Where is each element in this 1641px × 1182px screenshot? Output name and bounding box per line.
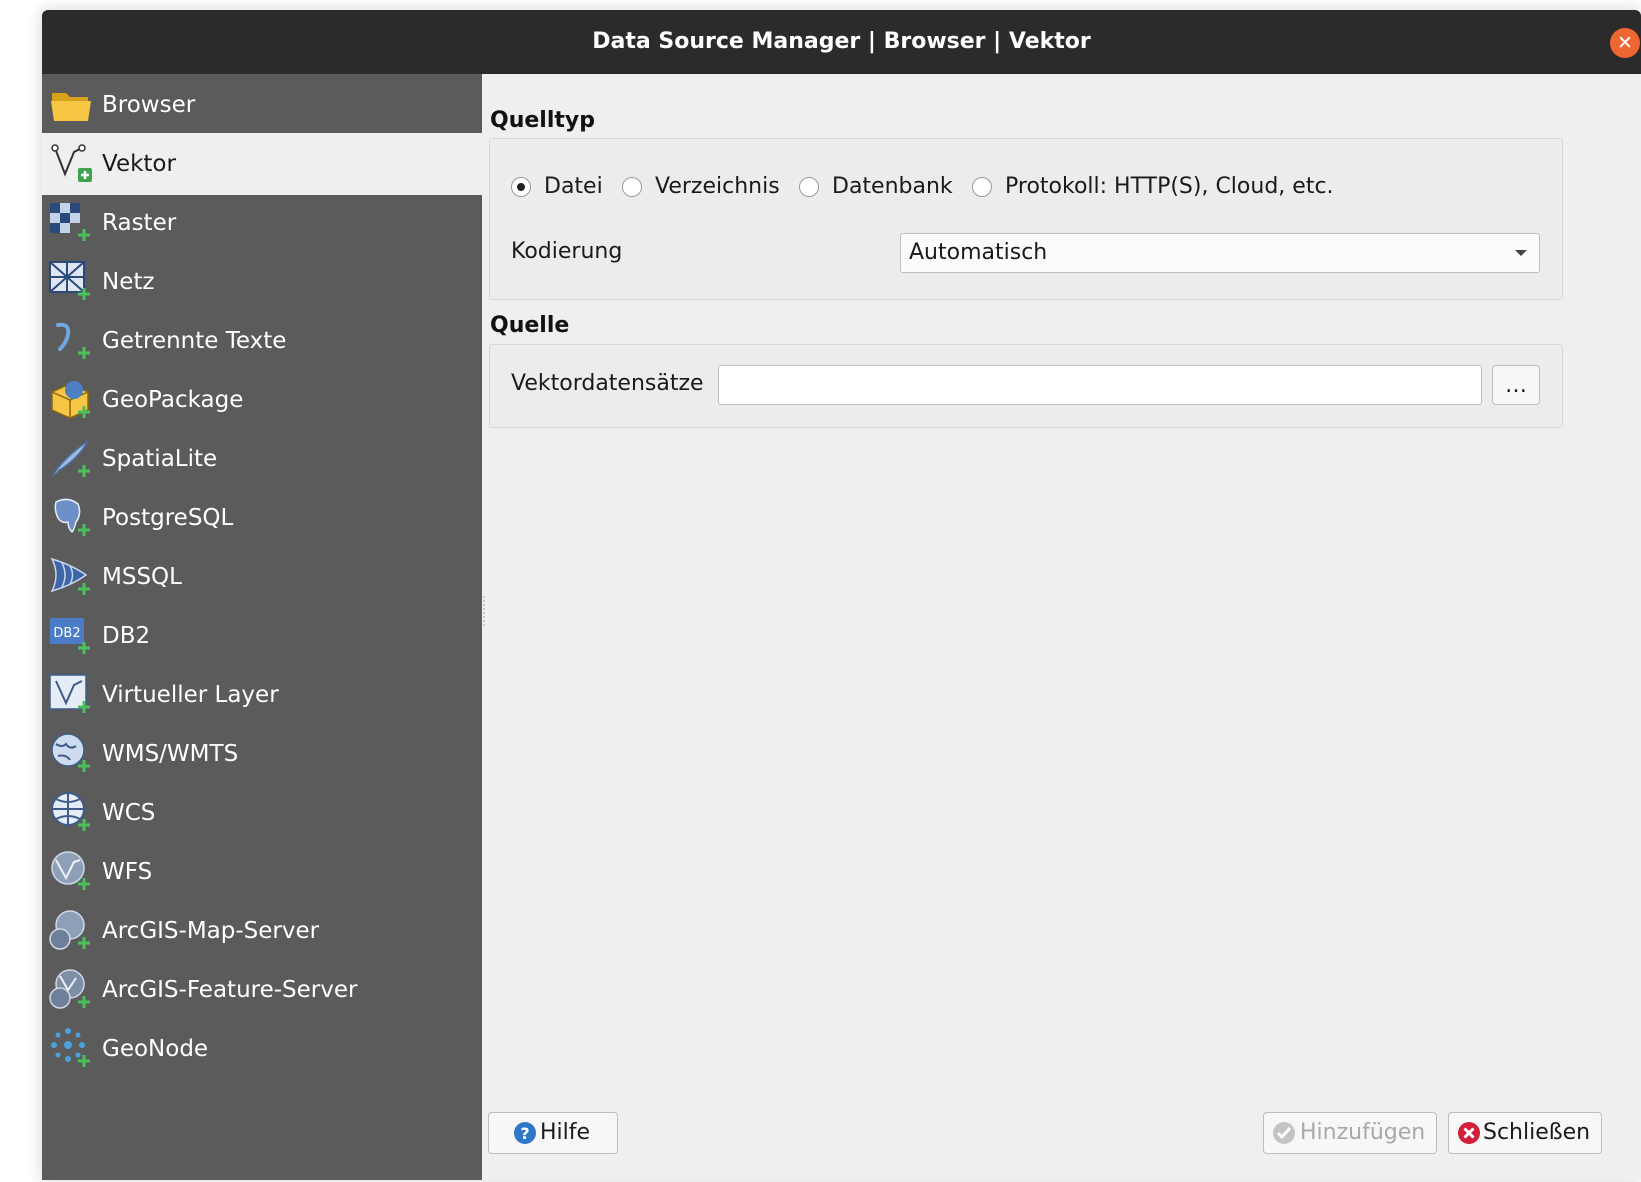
datasets-label: Vektordatensätze bbox=[511, 371, 704, 396]
close-icon[interactable]: ✕ bbox=[1610, 28, 1640, 58]
virtual-layer-icon bbox=[49, 674, 90, 713]
radio-indicator bbox=[511, 177, 531, 197]
db2-icon: DB2 bbox=[50, 618, 90, 654]
radio-label: Verzeichnis bbox=[655, 174, 780, 199]
source-panel: Vektordatensätze … bbox=[489, 344, 1563, 428]
geonode-icon bbox=[51, 1028, 90, 1067]
sidebar-item-mssql[interactable]: MSSQL bbox=[42, 546, 482, 608]
main-panel: Quelltyp Datei Verzeichnis Datenbank Pro… bbox=[482, 74, 1641, 1180]
wcs-icon bbox=[51, 792, 90, 831]
vector-layer-icon bbox=[51, 144, 92, 182]
source-type-title: Quelltyp bbox=[490, 108, 595, 133]
window-title: Data Source Manager | Browser | Vektor bbox=[592, 29, 1091, 54]
sidebar-item-arcgis-feature-server[interactable]: ArcGIS-Feature-Server bbox=[42, 959, 482, 1021]
sidebar-item-label: MSSQL bbox=[102, 564, 182, 590]
sidebar-item-wms-wmts[interactable]: WMS/WMTS bbox=[42, 723, 482, 785]
close-button[interactable]: Schließen bbox=[1448, 1112, 1602, 1154]
sidebar-item-label: Browser bbox=[102, 92, 196, 118]
source-type-panel: Datei Verzeichnis Datenbank Protokoll: H… bbox=[489, 138, 1563, 300]
add-button[interactable]: Hinzufügen bbox=[1263, 1112, 1437, 1154]
radio-indicator bbox=[799, 177, 819, 197]
sidebar-item-label: Vektor bbox=[102, 151, 176, 177]
sidebar-item-label: ArcGIS-Feature-Server bbox=[102, 977, 358, 1003]
help-icon: ? bbox=[514, 1122, 536, 1144]
sidebar-item-wcs[interactable]: WCS bbox=[42, 782, 482, 844]
sidebar-item-geopackage[interactable]: GeoPackage bbox=[42, 369, 482, 431]
sidebar-item-virtueller-layer[interactable]: Virtueller Layer bbox=[42, 664, 482, 726]
radio-indicator bbox=[972, 177, 992, 197]
wms-icon bbox=[51, 733, 90, 772]
sidebar-item-label: Raster bbox=[102, 210, 177, 236]
mesh-layer-icon bbox=[49, 261, 90, 300]
folder-icon bbox=[51, 93, 91, 121]
sidebar-item-label: WFS bbox=[102, 859, 153, 885]
source-list: Browser Vektor Raster Netz Getrennte Tex… bbox=[42, 74, 482, 1180]
browse-button[interactable]: … bbox=[1492, 365, 1540, 405]
spatialite-icon bbox=[51, 440, 90, 478]
sidebar-item-wfs[interactable]: WFS bbox=[42, 841, 482, 903]
sidebar-item-geonode[interactable]: GeoNode bbox=[42, 1018, 482, 1080]
delimited-text-icon bbox=[56, 322, 90, 359]
browse-label: … bbox=[1505, 373, 1527, 398]
sidebar-item-db2[interactable]: DB2 DB2 bbox=[42, 605, 482, 667]
arcgis-map-server-icon bbox=[49, 910, 90, 950]
sidebar-item-arcgis-map-server[interactable]: ArcGIS-Map-Server bbox=[42, 900, 482, 962]
help-label: Hilfe bbox=[540, 1120, 591, 1145]
radio-label: Datei bbox=[544, 174, 603, 199]
sidebar-item-label: ArcGIS-Map-Server bbox=[102, 918, 320, 944]
encoding-select[interactable]: Automatisch bbox=[900, 233, 1540, 273]
close-label: Schließen bbox=[1483, 1120, 1591, 1145]
chevron-down-icon bbox=[1515, 250, 1527, 256]
datasets-input[interactable] bbox=[718, 365, 1482, 405]
svg-text:DB2: DB2 bbox=[53, 626, 80, 641]
sidebar-item-postgresql[interactable]: PostgreSQL bbox=[42, 487, 482, 549]
check-icon bbox=[1273, 1122, 1295, 1144]
sidebar-item-label: WMS/WMTS bbox=[102, 741, 239, 767]
sidebar-item-raster[interactable]: Raster bbox=[42, 192, 482, 254]
sidebar-item-label: PostgreSQL bbox=[102, 505, 234, 531]
help-button[interactable]: ? Hilfe bbox=[488, 1112, 618, 1154]
add-label: Hinzufügen bbox=[1300, 1120, 1426, 1145]
mssql-icon bbox=[50, 557, 90, 595]
sidebar-item-label: Netz bbox=[102, 269, 155, 295]
sidebar-item-label: Getrennte Texte bbox=[102, 328, 287, 354]
data-source-manager-window: Data Source Manager | Browser | Vektor ✕… bbox=[42, 10, 1641, 1180]
sidebar-item-label: GeoPackage bbox=[102, 387, 244, 413]
encoding-value: Automatisch bbox=[909, 240, 1048, 265]
sidebar-item-vektor[interactable]: Vektor bbox=[42, 133, 482, 195]
title-bar[interactable]: Data Source Manager | Browser | Vektor ✕ bbox=[42, 10, 1641, 74]
radio-label: Datenbank bbox=[832, 174, 953, 199]
sidebar-item-label: WCS bbox=[102, 800, 156, 826]
sidebar-item-label: DB2 bbox=[102, 623, 151, 649]
geopackage-icon bbox=[51, 381, 90, 419]
raster-layer-icon bbox=[50, 203, 90, 241]
svg-text:?: ? bbox=[520, 1124, 529, 1143]
wfs-icon bbox=[51, 851, 90, 890]
encoding-label: Kodierung bbox=[511, 239, 623, 264]
radio-label: Protokoll: HTTP(S), Cloud, etc. bbox=[1005, 174, 1334, 199]
arcgis-feature-server-icon bbox=[49, 969, 90, 1009]
source-title: Quelle bbox=[490, 313, 570, 338]
sidebar-item-label: SpatiaLite bbox=[102, 446, 218, 472]
sidebar-item-label: Virtueller Layer bbox=[102, 682, 279, 708]
sidebar-item-netz[interactable]: Netz bbox=[42, 251, 482, 313]
sidebar-item-browser[interactable]: Browser bbox=[42, 74, 482, 136]
close-circle-icon bbox=[1458, 1122, 1480, 1144]
postgresql-icon bbox=[54, 498, 90, 536]
sidebar-item-spatialite[interactable]: SpatiaLite bbox=[42, 428, 482, 490]
sidebar-item-getrennte-texte[interactable]: Getrennte Texte bbox=[42, 310, 482, 372]
radio-indicator bbox=[622, 177, 642, 197]
sidebar-item-label: GeoNode bbox=[102, 1036, 209, 1062]
